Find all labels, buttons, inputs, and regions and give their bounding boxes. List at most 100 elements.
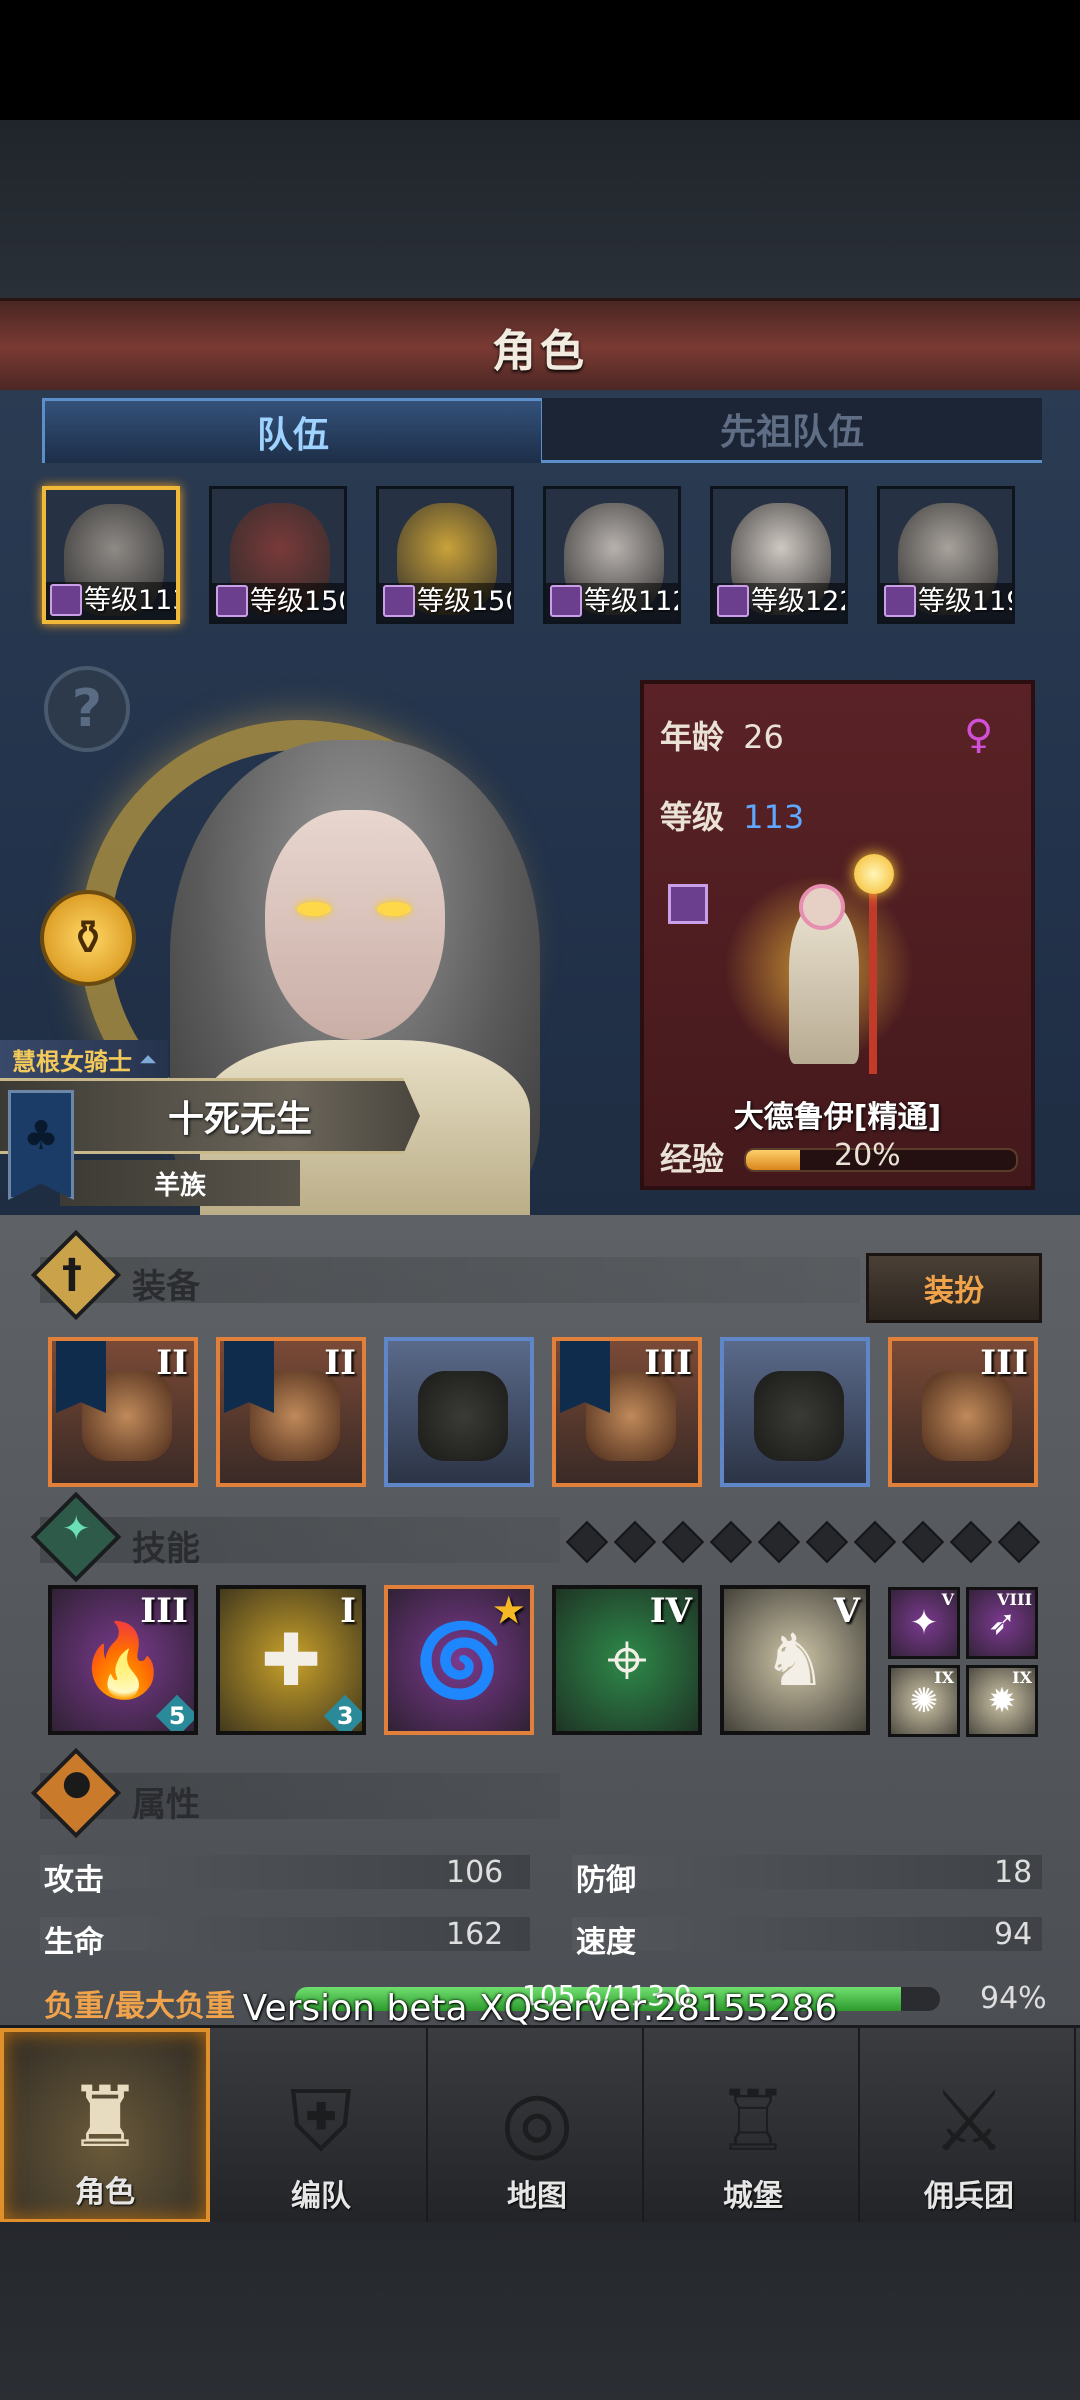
skill-slot[interactable]: 🌀 ★: [384, 1585, 534, 1735]
staff-icon: [869, 864, 877, 1074]
nav-label: 编队: [291, 2179, 351, 2214]
details-panel: † 装备 装扮 II II III III ✦ 技能 🔥 III 5 ✚ I 3 🌀 ★ ⌖ IV ♞ V …: [0, 1215, 1080, 2030]
portrait-eye: [377, 902, 411, 916]
party-member-3[interactable]: 等级150: [376, 486, 514, 624]
attributes-title: 属性: [132, 1785, 200, 1825]
dagger-icon: †: [62, 1251, 82, 1297]
equipment-slot[interactable]: [720, 1337, 870, 1487]
druid-head: [799, 884, 845, 930]
defense-label: 防御: [576, 1863, 636, 1898]
passive-skill-tier: V: [941, 1590, 954, 1609]
skill-tier: I: [340, 1591, 356, 1631]
skill-tier: IV: [649, 1591, 692, 1631]
skill-tier: V: [833, 1591, 860, 1631]
party-member-4[interactable]: 等级112: [543, 486, 681, 624]
status-bar-area: [0, 0, 1080, 120]
skill-slot[interactable]: ⌖ IV: [552, 1585, 702, 1735]
attack-label: 攻击: [44, 1863, 104, 1898]
tree-banner-icon: ♣: [8, 1090, 74, 1200]
class-title-text: 慧根女骑士: [12, 1047, 132, 1076]
member-level: 等级150: [250, 586, 347, 617]
class-badge-icon: [550, 585, 582, 617]
speed-label: 速度: [576, 1925, 636, 1960]
job-name: 大德鲁伊[精通]: [733, 1100, 942, 1135]
potion-button[interactable]: ⚱: [40, 890, 136, 986]
passive-skill-slot[interactable]: ✹ IX: [966, 1665, 1038, 1737]
character-name: 十死无生: [167, 1099, 312, 1140]
job-figure: [724, 854, 914, 1094]
character-class-title: 慧根女骑士 ⏶: [0, 1040, 168, 1078]
exp-fill: [746, 1150, 800, 1170]
title-bar: 角色: [0, 298, 1080, 396]
tab-party[interactable]: 队伍: [42, 398, 544, 463]
portrait-face: [265, 810, 445, 1040]
compass-icon: ◎: [500, 2072, 574, 2170]
party-member-6[interactable]: 等级119: [877, 486, 1015, 624]
top-backdrop: [0, 120, 1080, 300]
class-badge-icon: [50, 584, 82, 616]
skill-tier: III: [140, 1591, 188, 1631]
help-button[interactable]: ?: [44, 666, 130, 752]
equipment-slot[interactable]: [384, 1337, 534, 1487]
skill-slot-diamond: [757, 1520, 801, 1564]
party-member-5[interactable]: 等级122: [710, 486, 848, 624]
equipment-slot[interactable]: III: [552, 1337, 702, 1487]
party-member-1[interactable]: 等级113: [42, 486, 180, 624]
member-level: 等级122: [751, 586, 848, 617]
party-member-2[interactable]: 等级150: [209, 486, 347, 624]
skill-slot[interactable]: 🔥 III 5: [48, 1585, 198, 1735]
nav-compass[interactable]: ◎ 地图: [432, 2028, 644, 2223]
staff-orb-icon: [854, 854, 894, 894]
boots-icon: [754, 1371, 844, 1461]
class-badge-icon: [216, 585, 248, 617]
skill-slot-diamond: [661, 1520, 705, 1564]
equipment-slot[interactable]: III: [888, 1337, 1038, 1487]
version-text: Version beta XQserver.28155286: [242, 1988, 838, 2029]
passive-skill-slot[interactable]: ✦ V: [888, 1587, 960, 1659]
rank-up-icon: ⏶: [140, 1047, 156, 1071]
passive-skill-slot[interactable]: ➶ VIII: [966, 1587, 1038, 1659]
nav-helmet[interactable]: ⛨ 编队: [216, 2028, 428, 2223]
age-label: 年龄: [660, 718, 725, 756]
nav-label: 佣兵团: [924, 2179, 1014, 2214]
nav-label: 角色: [75, 2175, 135, 2210]
skill-tier: ★: [493, 1591, 524, 1631]
guild-banner-icon: [56, 1341, 106, 1413]
equipment-tier: III: [980, 1343, 1028, 1383]
exp-label: 经验: [660, 1140, 725, 1178]
member-level: 等级112: [584, 586, 681, 617]
skills-title: 技能: [132, 1529, 200, 1569]
silhouette-icon: ●: [62, 1763, 92, 1803]
equipment-title: 装备: [132, 1267, 200, 1307]
passive-skill-slot[interactable]: ✺ IX: [888, 1665, 960, 1737]
nav-mercenary[interactable]: ⚔ 佣兵团: [864, 2028, 1076, 2223]
skill-slot-diamond: [613, 1520, 657, 1564]
skill-slot-diamond: [805, 1520, 849, 1564]
class-badge-icon: [884, 585, 916, 617]
character-race: 羊族: [60, 1160, 300, 1206]
member-level: 等级150: [417, 586, 514, 617]
page-title: 角色: [492, 326, 588, 377]
skill-slot[interactable]: ♞ V: [720, 1585, 870, 1735]
skill-badge-text: 5: [168, 1701, 186, 1730]
skill-slot[interactable]: ✚ I 3: [216, 1585, 366, 1735]
equipment-tier: II: [156, 1343, 188, 1383]
skill-slot-diamond: [565, 1520, 609, 1564]
hp-value: 162: [446, 1917, 504, 1952]
nav-castle[interactable]: ♖ 城堡: [648, 2028, 860, 2223]
equipment-slot[interactable]: II: [48, 1337, 198, 1487]
dress-up-button[interactable]: 装扮: [866, 1253, 1042, 1323]
tab-ancestor-party[interactable]: 先祖队伍: [542, 398, 1042, 463]
equipment-tier: II: [324, 1343, 356, 1383]
star-burst-icon: ✦: [909, 1603, 939, 1643]
class-badge-icon: [717, 585, 749, 617]
equipment-slot[interactable]: II: [216, 1337, 366, 1487]
female-icon: ♀: [964, 712, 994, 758]
sparkle-icon: ✦: [62, 1509, 91, 1549]
bottom-backdrop: [0, 2222, 1080, 2400]
guild-banner-icon: [224, 1341, 274, 1413]
burst-skill-icon: ✺: [909, 1681, 939, 1721]
nav-knight[interactable]: ♜ 角色: [0, 2028, 210, 2223]
arrow-skill-icon: ➶: [987, 1603, 1017, 1643]
class-staff-icon: [668, 884, 708, 924]
